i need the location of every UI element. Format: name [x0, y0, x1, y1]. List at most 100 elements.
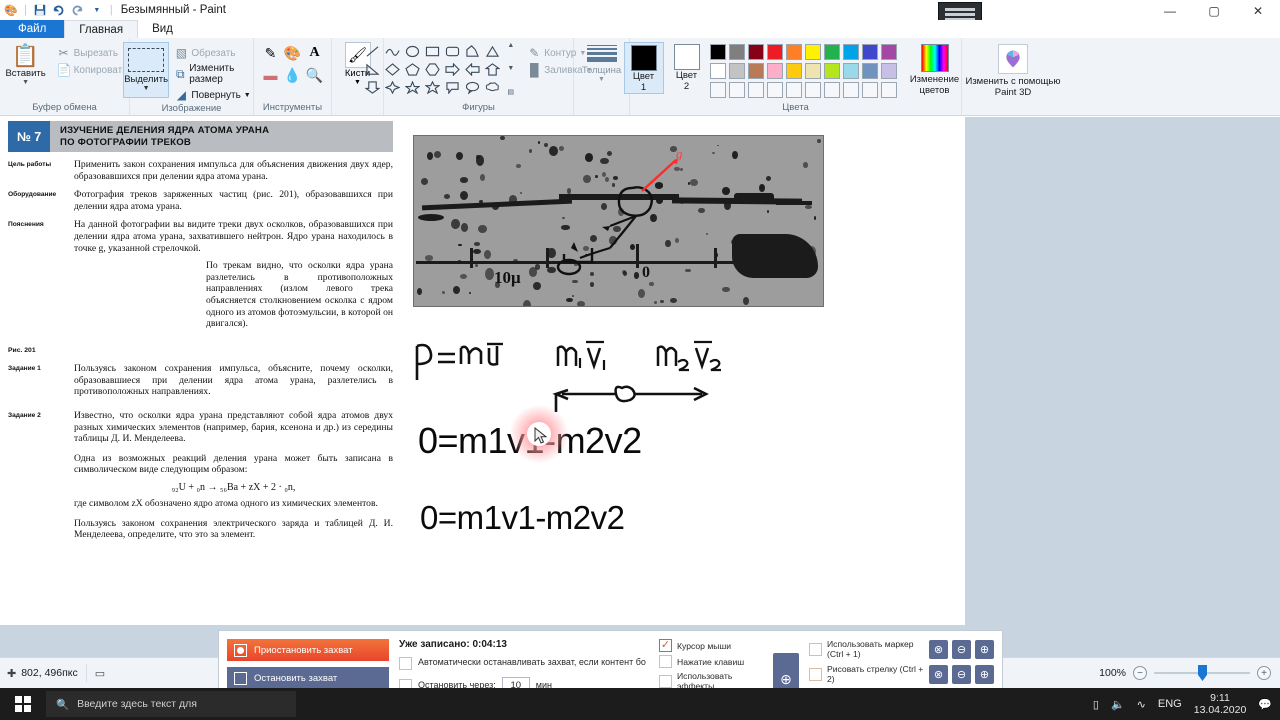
color1-button[interactable]: Цвет 1 [623, 42, 664, 94]
palette-swatch-1-9[interactable] [880, 63, 897, 79]
shape-right-arrow[interactable] [442, 60, 462, 78]
paste-button[interactable]: 📋 Вставить ▼ [0, 42, 52, 87]
palette-swatch-2-3[interactable] [766, 82, 783, 98]
shape-polygon[interactable] [462, 42, 482, 60]
marker-row-1[interactable]: Рисовать стрелку (Ctrl + 2) ⊗ ⊖ ⊕ [809, 664, 994, 684]
crop-button[interactable]: ▧ Обрезать [172, 45, 260, 61]
fill-icon[interactable]: 🎨 [282, 42, 304, 64]
shape-left-arrow[interactable] [462, 60, 482, 78]
shapes-scroll-up[interactable]: ▲ [507, 42, 514, 49]
paint3d-button[interactable]: Изменить с помощью Paint 3D [965, 42, 1061, 98]
rotate-dropdown-arrow[interactable]: ▼ [244, 92, 251, 99]
shape-pentagon[interactable] [402, 60, 422, 78]
palette-swatch-0-6[interactable] [823, 44, 840, 60]
stop-capture-button[interactable]: Остановить захват [227, 667, 389, 689]
auto-stop-row[interactable]: Автоматически останавливать захват, если… [399, 657, 649, 670]
shape-four-point-star[interactable] [382, 78, 402, 96]
palette-swatch-1-8[interactable] [861, 63, 878, 79]
paint-canvas[interactable]: № 7 ИЗУЧЕНИЕ ДЕЛЕНИЯ ЯДРА АТОМА УРАНА ПО… [0, 117, 965, 625]
resize-button[interactable]: ⧉ Изменить размер [172, 62, 260, 86]
palette-swatch-1-4[interactable] [785, 63, 802, 79]
effects-checkbox[interactable] [659, 674, 672, 688]
marker-checkbox-0[interactable] [809, 642, 822, 656]
language-indicator[interactable]: ENG [1158, 698, 1182, 710]
palette-swatch-0-5[interactable] [804, 44, 821, 60]
palette-swatch-2-8[interactable] [861, 82, 878, 98]
palette-swatch-1-0[interactable] [709, 63, 726, 79]
thickness-dropdown-arrow[interactable]: ▼ [598, 76, 605, 83]
palette-swatch-0-7[interactable] [842, 44, 859, 60]
palette-swatch-0-8[interactable] [861, 44, 878, 60]
text-icon[interactable]: A [304, 42, 326, 64]
tab-view[interactable]: Вид [138, 20, 187, 38]
taskbar-clock[interactable]: 9:11 13.04.2020 [1194, 692, 1247, 716]
magnifier-icon[interactable]: 🔍 [304, 64, 326, 86]
marker-1-plus-button[interactable]: ⊕ [975, 664, 994, 684]
cut-button[interactable]: ✂ Вырезать [55, 45, 130, 61]
palette-swatch-1-1[interactable] [728, 63, 745, 79]
palette-swatch-2-9[interactable] [880, 82, 897, 98]
wifi-icon[interactable]: ∿ [1137, 698, 1146, 711]
eraser-icon[interactable]: ▬ [260, 64, 282, 86]
copy-button[interactable]: 📄 Копировать [55, 62, 130, 78]
palette-swatch-2-6[interactable] [823, 82, 840, 98]
maximize-button[interactable]: ▢ [1192, 0, 1236, 21]
taskbar-search-input[interactable]: 🔍 Введите здесь текст для [46, 691, 296, 717]
shape-rounded-callout[interactable] [442, 78, 462, 96]
shape-right-triangle[interactable] [362, 60, 382, 78]
pause-capture-button[interactable]: Приостановить захват [227, 639, 389, 661]
notification-icon[interactable]: 💬 [1258, 698, 1272, 711]
marker-0-clear-button[interactable]: ⊗ [929, 639, 948, 659]
shape-diamond[interactable] [382, 60, 402, 78]
palette-swatch-2-5[interactable] [804, 82, 821, 98]
palette-swatch-2-2[interactable] [747, 82, 764, 98]
palette-swatch-2-1[interactable] [728, 82, 745, 98]
palette-swatch-1-7[interactable] [842, 63, 859, 79]
shape-triangle[interactable] [482, 42, 502, 60]
select-button[interactable]: Выделить ▼ [122, 42, 170, 98]
shape-hexagon[interactable] [422, 60, 442, 78]
color-palette[interactable] [709, 42, 899, 100]
palette-swatch-0-3[interactable] [766, 44, 783, 60]
zoom-out-button[interactable]: − [1133, 666, 1147, 680]
marker-1-clear-button[interactable]: ⊗ [929, 664, 948, 684]
tab-home[interactable]: Главная [64, 20, 139, 38]
palette-swatch-1-2[interactable] [747, 63, 764, 79]
option-mouse-cursor[interactable]: ✓ Курсор мыши [659, 639, 769, 652]
marker-0-plus-button[interactable]: ⊕ [975, 639, 994, 659]
palette-swatch-0-0[interactable] [709, 44, 726, 60]
redo-icon[interactable] [71, 3, 85, 17]
zoom-slider-track[interactable] [1154, 665, 1250, 681]
shape-ellipse[interactable] [402, 42, 422, 60]
palette-swatch-0-1[interactable] [728, 44, 745, 60]
color-picker-icon[interactable]: 💧 [282, 64, 304, 86]
zoom-in-button[interactable]: + [1257, 666, 1271, 680]
mouse-cursor-checkbox[interactable]: ✓ [659, 639, 672, 652]
rotate-button[interactable]: ◢ Повернуть ▼ [172, 87, 260, 103]
palette-swatch-1-6[interactable] [823, 63, 840, 79]
color2-button[interactable]: Цвет 2 [667, 42, 707, 92]
tab-file[interactable]: Файл [0, 20, 65, 38]
customize-icon[interactable]: ▼ [90, 3, 104, 17]
marker-row-0[interactable]: Использовать маркер (Ctrl + 1) ⊗ ⊖ ⊕ [809, 639, 994, 659]
close-button[interactable]: ✕ [1236, 0, 1280, 21]
shapes-expand[interactable]: ▤ [507, 88, 514, 96]
shape-up-arrow[interactable] [482, 60, 502, 78]
palette-swatch-2-0[interactable] [709, 82, 726, 98]
select-dropdown-arrow[interactable]: ▼ [143, 85, 150, 92]
palette-swatch-2-4[interactable] [785, 82, 802, 98]
palette-swatch-2-7[interactable] [842, 82, 859, 98]
paint-icon[interactable]: 🎨 [4, 3, 18, 17]
shape-rectangle[interactable] [422, 42, 442, 60]
marker-0-minus-button[interactable]: ⊖ [952, 639, 971, 659]
auto-stop-checkbox[interactable] [399, 657, 412, 670]
palette-swatch-1-5[interactable] [804, 63, 821, 79]
palette-swatch-0-4[interactable] [785, 44, 802, 60]
zoom-slider-handle[interactable] [1198, 665, 1207, 681]
save-icon[interactable] [33, 3, 47, 17]
shape-line[interactable] [362, 42, 382, 60]
marker-checkbox-1[interactable] [809, 667, 822, 681]
shapes-scroll-down[interactable]: ▼ [507, 65, 514, 72]
palette-swatch-0-9[interactable] [880, 44, 897, 60]
start-button[interactable] [0, 688, 46, 720]
